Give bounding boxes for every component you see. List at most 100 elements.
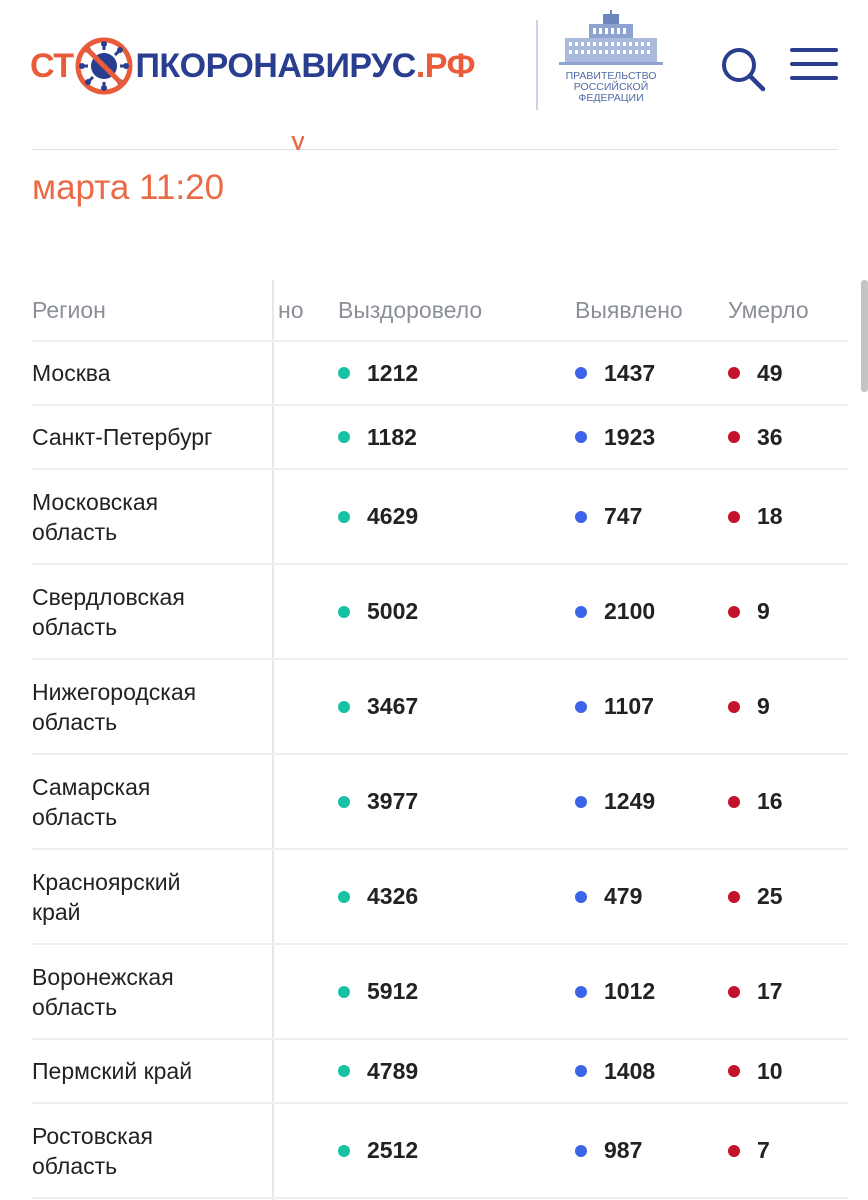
scrollbar-thumb[interactable] xyxy=(861,280,868,392)
blue-dot-icon xyxy=(575,890,587,903)
region-name-line: Ростовская xyxy=(32,1122,153,1149)
government-logo[interactable]: ПРАВИТЕЛЬСТВО РОССИЙСКОЙ ФЕДЕРАЦИИ xyxy=(556,10,666,104)
red-dot-icon xyxy=(728,890,740,903)
logo-text-part3: .РФ xyxy=(415,47,476,85)
detected-value: 1923 xyxy=(604,423,656,450)
deaths-value: 9 xyxy=(757,598,770,624)
recovered-cell: 3977 xyxy=(338,755,418,848)
deaths-value: 16 xyxy=(757,788,783,814)
deaths-cell: 9 xyxy=(728,660,770,753)
detected-cell: 1107 xyxy=(575,660,654,753)
table-row: Ростовская область 2512 987 7 xyxy=(32,1104,848,1199)
recovered-cell: 3467 xyxy=(338,660,418,753)
hamburger-menu-icon[interactable] xyxy=(790,48,838,84)
region-name-line: Свердловская xyxy=(32,583,185,610)
recovered-cell: 5912 xyxy=(338,945,418,1038)
region-name: Пермский край xyxy=(32,1040,267,1102)
detected-value: 747 xyxy=(604,503,643,529)
detected-cell: 2100 xyxy=(575,565,655,658)
detected-value: 1437 xyxy=(604,359,656,386)
recovered-cell: 1212 xyxy=(338,342,418,404)
deaths-value: 25 xyxy=(757,883,783,909)
blue-dot-icon xyxy=(575,1065,587,1077)
table-row: Воронежская область 5912 1012 17 xyxy=(32,945,848,1040)
recovered-value: 4789 xyxy=(367,1057,419,1084)
green-dot-icon xyxy=(338,1065,350,1077)
logo-text-part2: ПКОРОНАВИРУС xyxy=(135,47,416,85)
government-building-icon xyxy=(559,10,663,65)
detected-cell: 1923 xyxy=(575,406,655,468)
update-timestamp: марта 11:20 xyxy=(32,168,225,207)
recovered-cell: 4629 xyxy=(338,470,418,563)
red-dot-icon xyxy=(728,1144,740,1157)
red-dot-icon xyxy=(728,985,740,998)
header-deaths[interactable]: Умерло xyxy=(728,280,809,340)
green-dot-icon xyxy=(338,510,350,523)
green-dot-icon xyxy=(338,431,350,443)
region-name-line: область xyxy=(32,1152,118,1179)
deaths-value: 17 xyxy=(757,978,783,1004)
deaths-value: 18 xyxy=(757,503,783,529)
detected-value: 987 xyxy=(604,1137,643,1163)
region-name: Свердловская область xyxy=(32,565,267,658)
table-row: Свердловская область 5002 2100 9 xyxy=(32,565,848,660)
red-dot-icon xyxy=(728,605,740,618)
region-name: Московская область xyxy=(32,470,267,563)
region-name-line: область xyxy=(32,803,118,830)
header-detected[interactable]: Выявлено xyxy=(575,280,683,340)
deaths-cell: 49 xyxy=(728,342,783,404)
blue-dot-icon xyxy=(575,605,587,618)
detected-value: 1408 xyxy=(604,1057,656,1084)
recovered-value: 4326 xyxy=(367,883,419,909)
table-row: Самарская область 3977 1249 16 xyxy=(32,755,848,850)
deaths-value: 36 xyxy=(757,423,783,450)
recovered-cell: 1182 xyxy=(338,406,417,468)
blue-dot-icon xyxy=(575,510,587,523)
recovered-value: 1182 xyxy=(367,423,417,450)
recovered-value: 5912 xyxy=(367,978,419,1004)
region-name-line: край xyxy=(32,898,81,925)
green-dot-icon xyxy=(338,1144,350,1157)
region-name: Красноярский край xyxy=(32,850,267,943)
region-name-line: Нижегородская xyxy=(32,678,197,705)
deaths-value: 9 xyxy=(757,693,770,719)
table-row: Красноярский край 4326 479 25 xyxy=(32,850,848,945)
recovered-value: 3467 xyxy=(367,693,419,719)
region-name-line: Красноярский xyxy=(32,868,181,895)
deaths-cell: 9 xyxy=(728,565,770,658)
site-logo[interactable]: СТ ПКОРОНАВИРУС .РФ xyxy=(30,36,476,96)
blue-dot-icon xyxy=(575,431,587,443)
green-dot-icon xyxy=(338,367,350,379)
search-icon[interactable] xyxy=(718,44,766,92)
detected-value: 1107 xyxy=(604,693,654,719)
header-divider xyxy=(536,20,538,110)
recovered-value: 1212 xyxy=(367,359,419,386)
green-dot-icon xyxy=(338,890,350,903)
blue-dot-icon xyxy=(575,985,587,998)
red-dot-icon xyxy=(728,367,740,379)
green-dot-icon xyxy=(338,985,350,998)
recovered-cell: 4326 xyxy=(338,850,418,943)
deaths-cell: 36 xyxy=(728,406,783,468)
region-name: Самарская область xyxy=(32,755,267,848)
detected-cell: 747 xyxy=(575,470,642,563)
red-dot-icon xyxy=(728,795,740,808)
deaths-cell: 18 xyxy=(728,470,783,563)
table-header-row: Регион но Выздоровело Выявлено Умерло xyxy=(32,280,848,342)
header-recovered[interactable]: Выздоровело xyxy=(338,280,482,340)
blue-dot-icon xyxy=(575,700,587,713)
recovered-value: 2512 xyxy=(367,1137,419,1163)
region-name-line: Пермский край xyxy=(32,1058,193,1084)
deaths-cell: 25 xyxy=(728,850,783,943)
blue-dot-icon xyxy=(575,795,587,808)
header-region[interactable]: Регион xyxy=(32,280,267,340)
table-row: Пермский край 4789 1408 10 xyxy=(32,1040,848,1104)
detected-cell: 987 xyxy=(575,1104,642,1197)
header-hidden-column[interactable]: но xyxy=(278,280,304,340)
region-name: Нижегородская область xyxy=(32,660,267,753)
recovered-cell: 4789 xyxy=(338,1040,418,1102)
region-name: Санкт-Петербург xyxy=(32,406,267,468)
deaths-cell: 10 xyxy=(728,1040,783,1102)
deaths-cell: 7 xyxy=(728,1104,770,1197)
header-divider-line xyxy=(32,149,838,150)
